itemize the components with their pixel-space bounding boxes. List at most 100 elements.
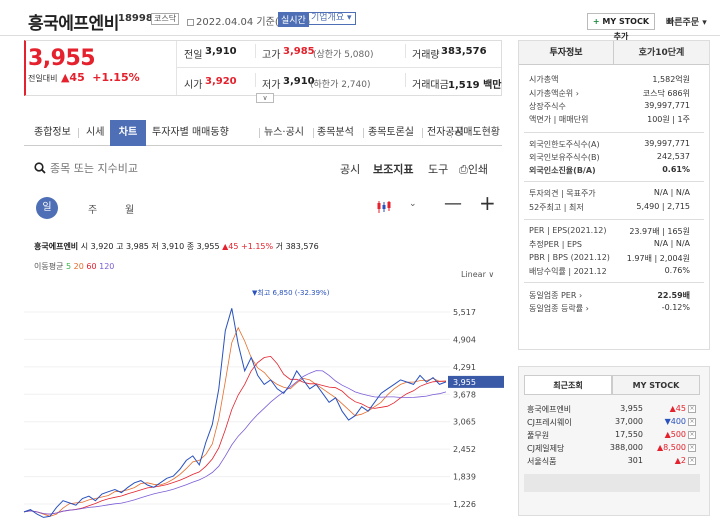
info-value: 100원 | 1주 [647,115,690,124]
y-tick-label: 3,065 [453,418,476,427]
stock-nav: 종합정보 시세 차트 투자자별 매매동향 뉴스·공시 종목분석 종목토론실 전자… [24,120,502,146]
y-tick-label: 1,226 [453,500,476,509]
tab-analysis[interactable]: 종목분석 [317,120,354,146]
info-label: 외국인보유주식수(B) [529,153,600,162]
low-label: 저가 [262,80,281,91]
recent-stock-change: ▲500 [664,430,686,439]
candle-chart-icon[interactable] [376,200,392,214]
ma-120[interactable]: 120 [99,262,114,271]
price-change: 전일대비 ▲45 +1.15% [28,71,140,84]
open-value: 3,920 [205,76,237,87]
realtime-tag[interactable]: 실시간 [278,12,309,27]
tab-chart[interactable]: 차트 [110,120,146,146]
ma-5[interactable]: 5 [66,262,71,271]
close-icon[interactable]: × [688,444,696,452]
info-label: PBR | BPS (2021.12) [529,253,610,262]
chart-ohlc: 시 3,920 고 3,985 저 3,910 종 3,955 [80,242,220,251]
y-tick-label: 5,517 [453,308,476,317]
chevron-down-icon[interactable]: ⌄ [409,199,417,209]
recent-stock-name[interactable]: 풀무원 [527,430,549,441]
recent-stock-name[interactable]: CJ프레시웨이 [527,417,572,428]
volume-value: 383,576 [441,46,487,57]
info-label: 52주최고 | 최저 [529,203,584,212]
zoom-in-button[interactable]: + [479,191,496,215]
period-day-button[interactable]: 일 [36,197,58,219]
moving-average-legend: 이동평균 5 20 60 120 [34,261,114,272]
chart-info-line: 흥국에프엔비 시 3,920 고 3,985 저 3,910 종 3,955 ▲… [34,241,319,252]
compare-search-input[interactable] [50,158,250,178]
close-icon[interactable]: × [688,431,696,439]
tab-investment-info[interactable]: 투자정보 [519,41,614,65]
add-mystock-button[interactable]: + MY STOCK 추가 [587,13,655,41]
info-value: 242,537 [656,152,690,161]
tab-price[interactable]: 시세 [86,120,104,146]
divider [313,128,314,138]
lower-limit: (하한가 2,740) [310,80,371,90]
info-label: 투자의견 | 목표주가 [529,189,596,198]
close-icon[interactable]: × [688,457,696,465]
info-label: 시가총액순위 › [529,89,579,98]
recent-stock-change: ▼400 [664,417,686,426]
tab-short-selling[interactable]: 공매도현황 [454,120,500,146]
info-value: 39,997,771 [644,101,690,110]
change-label: 전일대비 [28,74,58,83]
info-value: 1,582억원 [652,75,690,84]
print-button[interactable]: ⎙인쇄 [459,161,488,177]
indicator-button[interactable]: 보조지표 [373,161,413,177]
info-value: 23.97배 | 165원 [629,227,690,236]
divider [524,219,704,220]
scale-dropdown[interactable]: Linear ∨ [461,270,494,279]
market-tag: 코스닥 [151,13,180,25]
period-month-button[interactable]: 월 [125,201,134,216]
chart-volume: 거 383,576 [275,242,319,251]
info-value: N/A | N/A [653,239,690,248]
quick-order-button[interactable]: 빠른주문 ▾ [666,15,707,28]
tab-discussion[interactable]: 종목토론실 [368,120,414,146]
change-percent: +1.15% [92,71,140,84]
close-icon[interactable]: × [688,405,696,413]
period-week-button[interactable]: 주 [88,201,97,216]
info-value: -0.12% [661,303,690,312]
ma-label: 이동평균 [34,262,64,271]
divider [363,128,364,138]
expand-quote-button[interactable]: ∨ [256,93,274,103]
tools-button[interactable]: 도구 [428,161,448,177]
recent-stock-name[interactable]: 흥국에프엔비 [527,404,571,415]
info-label: 외국인한도주식수(A) [529,140,600,149]
tab-news[interactable]: 뉴스·공시 [264,120,304,146]
divider [405,73,406,87]
ma-60[interactable]: 60 [86,262,96,271]
info-value: 39,997,771 [644,139,690,148]
info-value: N/A | N/A [653,188,690,197]
disclosure-toggle[interactable]: 공시 [340,161,360,177]
ma-20[interactable]: 20 [74,262,84,271]
upper-limit: (상한가 5,080) [313,50,374,60]
close-icon[interactable]: × [688,418,696,426]
recent-stock-price: 37,000 [615,417,643,426]
recent-stock-change: ▲2 [674,456,686,465]
divider [405,44,406,58]
tab-recent[interactable]: 최근조회 [524,375,612,395]
divider [176,41,177,95]
amount-label: 거래대금 [412,80,449,91]
company-overview-button[interactable]: 기업개요 ▾ [307,12,356,25]
tab-overview[interactable]: 종합정보 [34,120,71,146]
divider [524,282,704,283]
recent-stock-name[interactable]: 서울식품 [527,456,556,467]
current-price-label: 3,955 [453,378,476,387]
volume-label: 거래량 [412,50,440,61]
price-chart[interactable]: 5,517 4,904 4,291 3,678 3,065 2,452 1,839 1,226… [0,280,506,526]
zoom-out-button[interactable]: — [444,193,462,214]
info-label: 외국인소진율(B/A) [529,166,596,175]
info-label: 액면가 | 매매단위 [529,115,589,124]
tab-order-book[interactable]: 호가10단계 [614,41,709,65]
recent-footer [524,474,700,492]
recent-stock-change: ▲45 [669,404,686,413]
recent-stock-name[interactable]: CJ제일제당 [527,443,564,454]
chart-stock-name: 흥국에프엔비 [34,242,79,251]
search-icon[interactable] [34,162,46,174]
divider [255,44,256,58]
tab-investor-trend[interactable]: 투자자별 매매동향 [152,120,229,146]
info-label: 동일업종 등락률 › [529,304,589,313]
tab-mystock[interactable]: MY STOCK [612,375,700,395]
